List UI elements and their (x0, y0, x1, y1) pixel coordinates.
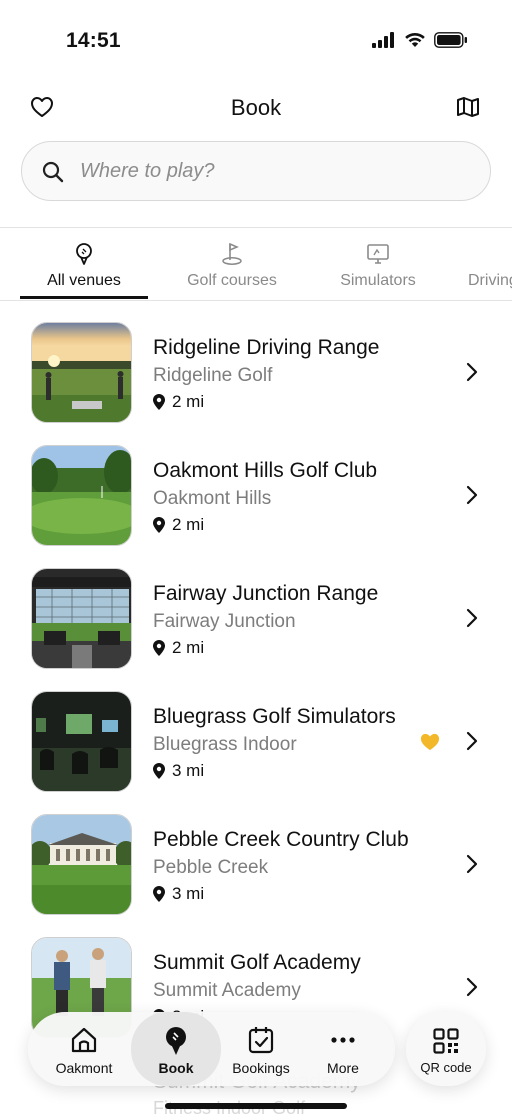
divider (0, 227, 512, 228)
more-dots-icon (331, 1037, 355, 1043)
home-indicator (165, 1103, 347, 1109)
venue-name: Bluegrass Golf Simulators (153, 705, 396, 728)
qr-label: QR code (420, 1060, 472, 1075)
venue-distance: 2 mi (153, 638, 204, 658)
cellular-signal-icon (372, 32, 394, 48)
nav-item-more[interactable]: More (302, 1012, 384, 1086)
golf-flag-icon (222, 242, 242, 265)
location-pin-icon (153, 640, 165, 656)
venue-distance: 2 mi (153, 515, 204, 535)
tab-label: Simulators (340, 272, 416, 289)
qr-code-button[interactable]: QR code (406, 1012, 486, 1086)
wifi-icon (405, 32, 425, 47)
search-input[interactable] (80, 142, 460, 200)
favorite-heart-icon[interactable] (419, 732, 441, 752)
venue-thumbnail (31, 322, 132, 423)
distance-text: 2 mi (172, 392, 205, 411)
venue-thumbnail (31, 568, 132, 669)
location-pin-icon (153, 886, 165, 902)
venue-name: Pebble Creek Country Club (153, 828, 409, 851)
venue-subtitle: Bluegrass Indoor (153, 734, 297, 755)
venue-thumbnail (31, 691, 132, 792)
venue-subtitle: Fairway Junction (153, 611, 296, 632)
bottom-nav: Oakmont Book Bookings More (28, 1012, 395, 1086)
map-view-button[interactable] (456, 96, 482, 120)
tab-simulators[interactable]: Simulators (316, 238, 440, 302)
nav-item-book[interactable]: Book (131, 1012, 221, 1086)
chevron-right-icon (466, 485, 478, 505)
tab-driving-ranges[interactable]: Driving ranges (468, 238, 512, 302)
battery-icon (434, 32, 467, 48)
tab-label: All venues (47, 272, 121, 289)
calendar-check-icon (248, 1027, 274, 1054)
distance-text: 2 mi (172, 515, 205, 534)
venue-subtitle: Oakmont Hills (153, 488, 272, 509)
nav-label: Book (158, 1060, 194, 1076)
active-tab-indicator (20, 296, 148, 299)
venue-distance: 3 mi (153, 761, 204, 781)
venue-thumbnail (31, 814, 132, 915)
venue-name: Oakmont Hills Golf Club (153, 459, 378, 482)
status-bar: 14:51 (0, 0, 512, 80)
venue-distance: 3 mi (153, 884, 204, 904)
venue-subtitle: Ridgeline Golf (153, 365, 273, 386)
distance-text: 2 mi (172, 638, 205, 657)
status-icons (372, 32, 468, 48)
venue-subtitle: Summit Academy (153, 980, 301, 1001)
venue-row[interactable]: Ridgeline Driving Range Ridgeline Golf 2… (0, 310, 512, 433)
tab-all-venues[interactable]: All venues (20, 238, 148, 302)
simulator-screen-icon (367, 244, 389, 264)
location-pin-icon (153, 394, 165, 410)
venue-distance: 2 mi (153, 392, 204, 412)
venue-row[interactable]: Pebble Creek Country Club Pebble Creek 3… (0, 802, 512, 925)
qr-code-icon (433, 1028, 459, 1054)
golf-ball-tee-icon (166, 1027, 186, 1055)
golf-ball-tee-icon (76, 243, 92, 265)
distance-text: 3 mi (172, 761, 205, 780)
divider (0, 300, 512, 301)
home-icon (71, 1027, 97, 1053)
category-tabs: All venues Golf courses Simulators Drivi… (0, 238, 512, 302)
nav-label: Oakmont (55, 1060, 113, 1076)
venue-thumbnail (31, 445, 132, 546)
chevron-right-icon (466, 362, 478, 382)
chevron-right-icon (466, 977, 478, 997)
nav-item-bookings[interactable]: Bookings (220, 1012, 302, 1086)
chevron-right-icon (466, 608, 478, 628)
nav-label: More (327, 1060, 359, 1076)
location-pin-icon (153, 517, 165, 533)
tab-label: Golf courses (187, 272, 277, 289)
search-icon (42, 161, 64, 183)
distance-text: 3 mi (172, 884, 205, 903)
map-icon (457, 97, 479, 117)
venue-row[interactable]: Fairway Junction Range Fairway Junction … (0, 556, 512, 679)
chevron-right-icon (466, 731, 478, 751)
venue-row[interactable]: Oakmont Hills Golf Club Oakmont Hills 2 … (0, 433, 512, 556)
header: Book (0, 84, 512, 132)
venue-row[interactable]: Bluegrass Golf Simulators Bluegrass Indo… (0, 679, 512, 802)
tab-label: Driving ranges (468, 272, 512, 289)
search-bar[interactable] (21, 141, 491, 201)
chevron-right-icon (466, 854, 478, 874)
page-title: Book (230, 95, 282, 120)
venue-name: Summit Golf Academy (153, 951, 361, 974)
nav-label: Bookings (232, 1060, 290, 1076)
venue-name: Ridgeline Driving Range (153, 336, 380, 359)
venue-subtitle: Pebble Creek (153, 857, 269, 878)
tab-golf-courses[interactable]: Golf courses (168, 238, 296, 302)
nav-item-home[interactable]: Oakmont (43, 1012, 125, 1086)
venue-name: Fairway Junction Range (153, 582, 379, 605)
location-pin-icon (153, 763, 165, 779)
status-time: 14:51 (66, 29, 121, 52)
